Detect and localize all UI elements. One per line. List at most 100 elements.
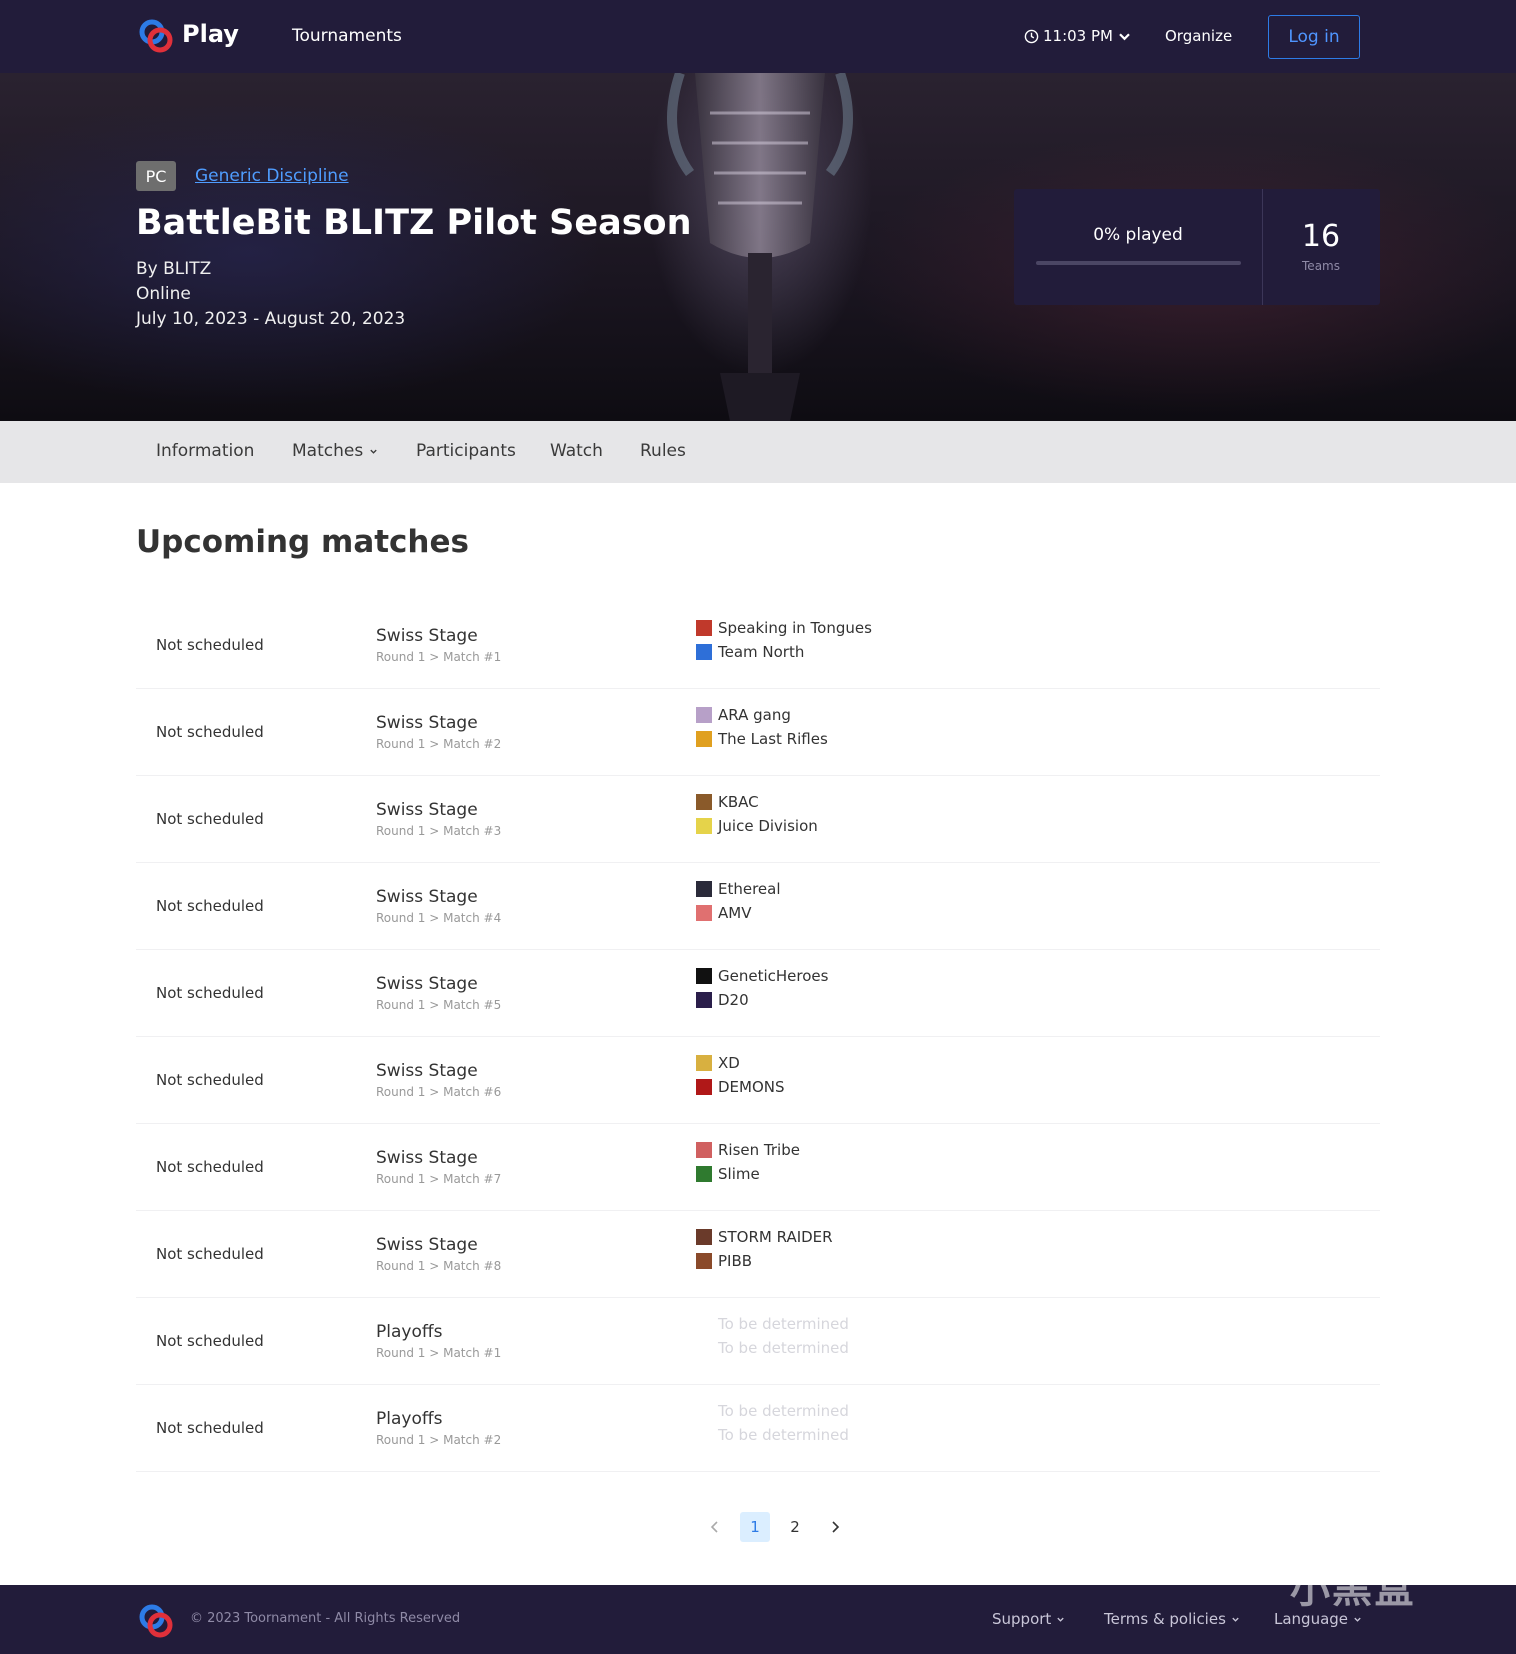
tab-information[interactable]: Information <box>156 441 254 461</box>
team-name: STORM RAIDER <box>718 1228 833 1246</box>
pagination-page-2[interactable]: 2 <box>780 1512 810 1542</box>
play-logo-icon[interactable] <box>138 1603 174 1639</box>
team-name: DEMONS <box>718 1078 785 1096</box>
play-logo-icon[interactable] <box>138 18 174 54</box>
match-round: Round 1 > Match #5 <box>376 998 502 1012</box>
timezone-clock-dropdown[interactable]: 11:03 PM <box>1024 27 1132 45</box>
team-name: To be determined <box>718 1315 849 1333</box>
team-name: Risen Tribe <box>718 1141 800 1159</box>
team-name: Speaking in Tongues <box>718 619 872 637</box>
tournament-hero-banner: PC Generic Discipline BattleBit BLITZ Pi… <box>0 73 1516 421</box>
team-name: Juice Division <box>718 817 818 835</box>
chevron-right-icon <box>832 1521 840 1533</box>
played-progress-bar <box>1036 261 1241 265</box>
match-stage: Playoffs <box>376 1409 443 1429</box>
footer-link-label: Terms & policies <box>1104 1610 1226 1628</box>
match-status: Not scheduled <box>156 984 264 1002</box>
team-logo-icon <box>696 1142 712 1158</box>
date-range-text: July 10, 2023 - August 20, 2023 <box>136 309 406 329</box>
team-name: D20 <box>718 991 749 1009</box>
match-status: Not scheduled <box>156 1245 264 1263</box>
match-team-2: AMV <box>696 904 751 922</box>
match-status: Not scheduled <box>156 1332 264 1350</box>
team-name: Slime <box>718 1165 760 1183</box>
match-row[interactable]: Not scheduled Swiss Stage Round 1 > Matc… <box>136 602 1380 689</box>
team-logo-icon <box>696 794 712 810</box>
match-team-1: STORM RAIDER <box>696 1228 833 1246</box>
tab-rules[interactable]: Rules <box>640 441 686 461</box>
match-team-1: Speaking in Tongues <box>696 619 872 637</box>
tab-label: Rules <box>640 441 686 461</box>
match-row[interactable]: Not scheduled Swiss Stage Round 1 > Matc… <box>136 950 1380 1037</box>
watermark-text: 小黑盒 <box>1290 1566 1416 1612</box>
footer-link-label: Support <box>992 1610 1052 1628</box>
team-logo-icon <box>696 968 712 984</box>
team-name: KBAC <box>718 793 759 811</box>
match-team-1: Risen Tribe <box>696 1141 800 1159</box>
match-status: Not scheduled <box>156 1071 264 1089</box>
clock-time: 11:03 PM <box>1043 27 1113 45</box>
team-name: To be determined <box>718 1426 849 1444</box>
match-team-2: To be determined <box>696 1339 849 1357</box>
match-row[interactable]: Not scheduled Playoffs Round 1 > Match #… <box>136 1385 1380 1472</box>
login-button[interactable]: Log in <box>1268 15 1360 59</box>
team-logo-icon <box>696 707 712 723</box>
match-stage: Playoffs <box>376 1322 443 1342</box>
team-name: The Last Rifles <box>718 730 828 748</box>
teams-count: 16 <box>1301 219 1341 254</box>
match-round: Round 1 > Match #1 <box>376 1346 502 1360</box>
team-name: Team North <box>718 643 805 661</box>
tab-participants[interactable]: Participants <box>416 441 516 461</box>
match-team-2: PIBB <box>696 1252 752 1270</box>
teams-label: Teams <box>1302 259 1340 273</box>
nav-tournaments-link[interactable]: Tournaments <box>292 26 402 46</box>
organize-link[interactable]: Organize <box>1165 27 1232 45</box>
match-stage: Swiss Stage <box>376 713 478 733</box>
chevron-down-icon <box>370 449 377 454</box>
match-row[interactable]: Not scheduled Swiss Stage Round 1 > Matc… <box>136 689 1380 776</box>
footer-support-dropdown[interactable]: Support <box>992 1610 1065 1628</box>
footer-terms-dropdown[interactable]: Terms & policies <box>1104 1610 1240 1628</box>
chevron-down-icon <box>1119 32 1130 40</box>
pagination-prev-button[interactable] <box>700 1512 730 1542</box>
match-row[interactable]: Not scheduled Swiss Stage Round 1 > Matc… <box>136 776 1380 863</box>
team-name: AMV <box>718 904 752 922</box>
team-logo-icon <box>696 818 712 834</box>
pagination-next-button[interactable] <box>820 1512 850 1542</box>
brand-name[interactable]: Play <box>182 20 239 48</box>
match-row[interactable]: Not scheduled Swiss Stage Round 1 > Matc… <box>136 1037 1380 1124</box>
tab-watch[interactable]: Watch <box>550 441 603 461</box>
footer: © 2023 Toornament - All Rights Reserved … <box>0 1585 1516 1654</box>
section-title-upcoming-matches: Upcoming matches <box>136 524 469 560</box>
team-logo-icon <box>696 620 712 636</box>
team-name: PIBB <box>718 1252 753 1270</box>
team-name: Ethereal <box>718 880 781 898</box>
team-name: ARA gang <box>718 706 791 724</box>
match-stage: Swiss Stage <box>376 1061 478 1081</box>
match-team-2: Juice Division <box>696 817 818 835</box>
match-round: Round 1 > Match #8 <box>376 1259 502 1273</box>
match-team-2: D20 <box>696 991 749 1009</box>
match-team-2: DEMONS <box>696 1078 785 1096</box>
match-team-1: To be determined <box>696 1315 849 1333</box>
match-team-1: ARA gang <box>696 706 791 724</box>
pagination-page-1[interactable]: 1 <box>740 1512 770 1542</box>
team-logo-icon <box>696 1079 712 1095</box>
match-row[interactable]: Not scheduled Playoffs Round 1 > Match #… <box>136 1298 1380 1385</box>
copyright-text: © 2023 Toornament - All Rights Reserved <box>190 1611 461 1626</box>
match-status: Not scheduled <box>156 1158 264 1176</box>
team-name: To be determined <box>718 1402 849 1420</box>
team-logo-icon <box>696 905 712 921</box>
discipline-link[interactable]: Generic Discipline <box>195 166 349 186</box>
chevron-left-icon <box>710 1521 718 1533</box>
match-round: Round 1 > Match #7 <box>376 1172 502 1186</box>
match-row[interactable]: Not scheduled Swiss Stage Round 1 > Matc… <box>136 1211 1380 1298</box>
match-team-1: To be determined <box>696 1402 849 1420</box>
clock-icon <box>1024 29 1039 43</box>
match-stage: Swiss Stage <box>376 1148 478 1168</box>
match-status: Not scheduled <box>156 1419 264 1437</box>
match-row[interactable]: Not scheduled Swiss Stage Round 1 > Matc… <box>136 1124 1380 1211</box>
tab-matches[interactable]: Matches <box>292 441 378 461</box>
match-row[interactable]: Not scheduled Swiss Stage Round 1 > Matc… <box>136 863 1380 950</box>
chevron-down-icon <box>1354 1617 1361 1622</box>
